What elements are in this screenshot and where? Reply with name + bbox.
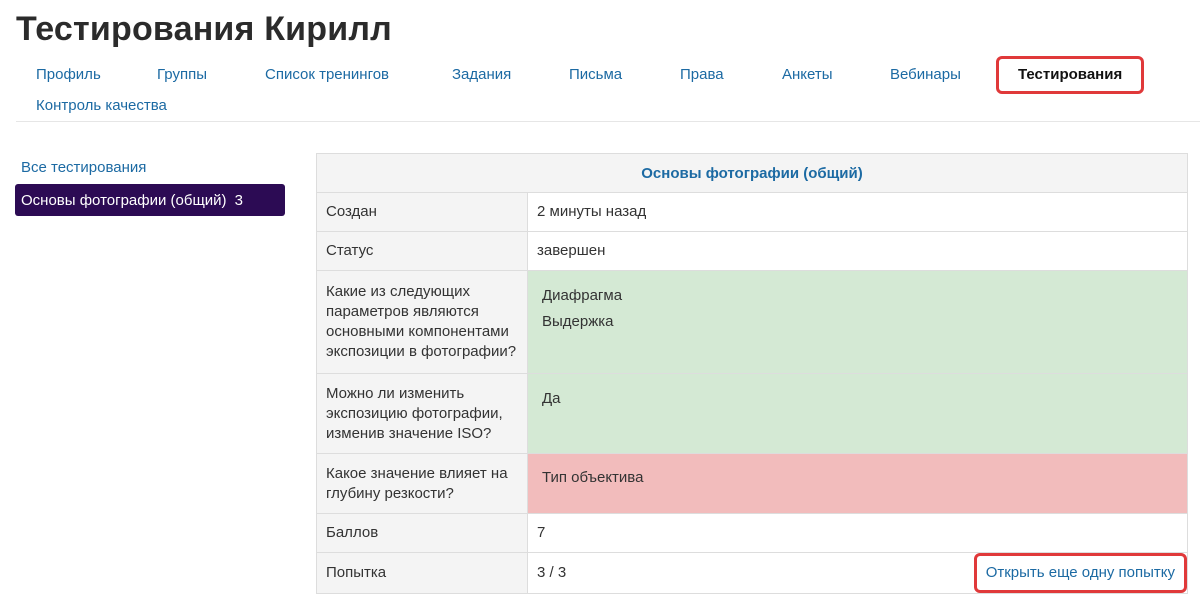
question-1-answer-1: Диафрагма	[542, 287, 623, 304]
created-label: Создан	[316, 192, 528, 232]
tab-surveys[interactable]: Анкеты	[782, 66, 833, 84]
table-row-score: Баллов 7	[316, 513, 1188, 553]
tab-profile[interactable]: Профиль	[36, 66, 101, 84]
question-2-answer-1: Да	[542, 390, 561, 407]
status-label: Статус	[316, 231, 528, 271]
attempt-label: Попытка	[316, 552, 528, 594]
table-row-status: Статус завершен	[316, 231, 1188, 271]
sidebar-item-photo-basics[interactable]: Основы фотографии (общий) 3	[15, 184, 285, 216]
test-result-table: Основы фотографии (общий) Создан 2 минут…	[316, 153, 1188, 594]
table-row-created: Создан 2 минуты назад	[316, 192, 1188, 232]
test-result-title: Основы фотографии (общий)	[316, 153, 1188, 193]
question-2-text: Можно ли изменить экспозицию фотографии,…	[316, 373, 528, 454]
open-another-attempt-link[interactable]: Открыть еще одну попытку	[973, 553, 1187, 593]
sidebar-item-count: 3	[234, 191, 243, 209]
tab-groups[interactable]: Группы	[157, 66, 207, 84]
tab-quality-control[interactable]: Контроль качества	[36, 97, 167, 115]
sidebar: Все тестирования Основы фотографии (общи…	[15, 152, 285, 216]
tab-letters[interactable]: Письма	[569, 66, 622, 84]
question-1-text: Какие из следующих параметров являются о…	[316, 270, 528, 374]
question-1-answers: Диафрагма Выдержка	[527, 270, 1188, 374]
created-value: 2 минуты назад	[527, 192, 1188, 232]
question-3-answer-1: Тип объектива	[542, 469, 644, 486]
page-title: Тестирования Кирилл	[16, 10, 392, 48]
tabs-divider	[16, 121, 1200, 122]
tab-webinars[interactable]: Вебинары	[890, 66, 961, 84]
question-1-answer-2: Выдержка	[542, 313, 614, 330]
attempt-cell: 3 / 3 Открыть еще одну попытку	[527, 552, 1188, 594]
table-row-question-3: Какое значение влияет на глубину резкост…	[316, 453, 1188, 514]
status-value: завершен	[527, 231, 1188, 271]
tab-tasks[interactable]: Задания	[452, 66, 511, 84]
question-3-text: Какое значение влияет на глубину резкост…	[316, 453, 528, 514]
table-row-question-2: Можно ли изменить экспозицию фотографии,…	[316, 373, 1188, 454]
tab-testing[interactable]: Тестирования	[996, 56, 1145, 94]
tab-trainings[interactable]: Список тренингов	[265, 66, 389, 84]
attempt-value: 3 / 3	[537, 564, 567, 581]
score-value: 7	[527, 513, 1188, 553]
table-row-question-1: Какие из следующих параметров являются о…	[316, 270, 1188, 374]
profile-tabs: Профиль Группы Список тренингов Задания …	[0, 56, 1200, 122]
question-2-answers: Да	[527, 373, 1188, 454]
score-label: Баллов	[316, 513, 528, 553]
tab-rights[interactable]: Права	[680, 66, 724, 84]
sidebar-item-label: Основы фотографии (общий)	[21, 191, 227, 209]
question-3-answers: Тип объектива	[527, 453, 1188, 514]
sidebar-all-tests-link[interactable]: Все тестирования	[15, 152, 285, 184]
table-row-attempt: Попытка 3 / 3 Открыть еще одну попытку	[316, 552, 1188, 594]
